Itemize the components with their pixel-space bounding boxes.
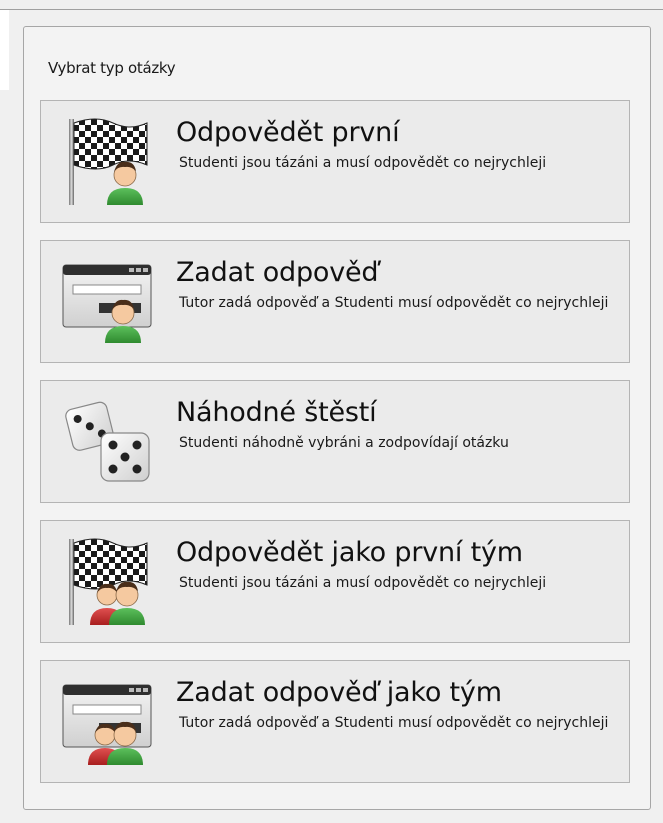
top-border-line	[0, 9, 663, 10]
option-random-luck[interactable]: Náhodné štěstí Studenti náhodně vybráni …	[40, 380, 630, 503]
panel-title: Vybrat typ otázky	[48, 59, 176, 77]
checkered-flag-team-icon	[69, 538, 148, 625]
question-type-panel: Vybrat typ otázky Odpovědět první Studen…	[23, 26, 651, 810]
option-description: Tutor zadá odpověď a Studenti musí odpov…	[179, 295, 609, 311]
option-description: Studenti jsou tázáni a musí odpovědět co…	[179, 155, 547, 171]
option-title: Zadat odpověď	[176, 257, 379, 288]
option-answer-first-team[interactable]: Odpovědět jako první tým Studenti jsou t…	[40, 520, 630, 643]
option-enter-answer[interactable]: Zadat odpověď Tutor zadá odpověď a Stude…	[40, 240, 630, 363]
option-description: Studenti náhodně vybráni a zodpovídají o…	[179, 435, 509, 451]
option-description: Studenti jsou tázáni a musí odpovědět co…	[179, 575, 547, 591]
option-title: Odpovědět první	[176, 117, 400, 148]
answer-window-student-icon	[62, 264, 152, 343]
dice-icon	[65, 401, 150, 482]
checkered-flag-student-icon	[69, 118, 148, 205]
option-title: Odpovědět jako první tým	[176, 537, 523, 568]
answer-window-team-icon	[62, 684, 152, 765]
option-title: Náhodné štěstí	[176, 397, 377, 428]
option-answer-first[interactable]: Odpovědět první Studenti jsou tázáni a m…	[40, 100, 630, 223]
option-description: Tutor zadá odpověď a Studenti musí odpov…	[179, 715, 609, 731]
option-enter-answer-team[interactable]: Zadat odpověď jako tým Tutor zadá odpově…	[40, 660, 630, 783]
left-edge-strip	[0, 10, 9, 90]
option-title: Zadat odpověď jako tým	[176, 677, 502, 708]
